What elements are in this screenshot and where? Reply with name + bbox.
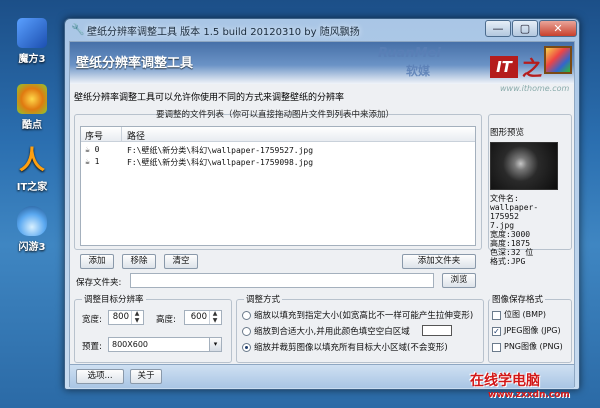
ithome-logo-char: 之 bbox=[522, 56, 542, 80]
desktop-icon-label: 魔方3 bbox=[18, 54, 46, 65]
paintbrush-icon bbox=[544, 46, 572, 74]
stepper-arrows-icon[interactable]: ▲ ▼ bbox=[209, 310, 220, 324]
about-button[interactable]: 关于 bbox=[130, 369, 162, 384]
width-stepper[interactable]: 800 ▲ ▼ bbox=[108, 310, 144, 325]
ruanmei-logo-cn: 软媒 bbox=[406, 64, 431, 78]
flame-app-icon bbox=[17, 206, 47, 236]
preview-image bbox=[490, 142, 558, 190]
column-header-path[interactable]: 路径 bbox=[127, 129, 145, 142]
clear-button[interactable]: 清空 bbox=[164, 254, 198, 269]
checkbox-png-label[interactable]: PNG图像 (PNG) bbox=[504, 341, 563, 352]
radio-stretch[interactable] bbox=[242, 311, 251, 320]
option-crop-label[interactable]: 缩放并裁剪图像以填充所有目标大小区域(不会变形) bbox=[254, 341, 448, 353]
list-item[interactable]: ☕ 0 F:\壁纸\新分类\科幻\wallpaper-1759527.jpg bbox=[81, 144, 475, 156]
desktop-icon-ithome[interactable]: 人 IT之家 bbox=[10, 146, 54, 193]
file-list-caption: 要调整的文件列表（你可以直接拖动图片文件到列表中来添加） bbox=[155, 110, 394, 120]
minimize-button[interactable]: — bbox=[485, 20, 511, 37]
preset-select[interactable]: 800X600 ▾ bbox=[108, 337, 222, 352]
app-title: 壁纸分辨率调整工具 bbox=[76, 56, 194, 71]
desktop-icon-mofang[interactable]: 魔方3 bbox=[10, 18, 54, 65]
list-item-seq: ☕ 0 bbox=[85, 145, 100, 154]
main-window: 🔧 壁纸分辨率调整工具 版本 1.5 build 20120310 by 随风飘… bbox=[64, 18, 580, 390]
close-button[interactable]: ✕ bbox=[539, 20, 577, 37]
options-button[interactable]: 选项... bbox=[76, 369, 124, 384]
ithome-logo: IT bbox=[490, 56, 518, 78]
desktop-icon-shanyou[interactable]: 闪游3 bbox=[10, 206, 54, 253]
checkbox-png[interactable] bbox=[492, 343, 501, 352]
hexagon-app-icon bbox=[17, 84, 47, 114]
column-header-seq[interactable]: 序号 bbox=[85, 129, 103, 142]
stepper-arrows-icon[interactable]: ▲ ▼ bbox=[131, 310, 142, 324]
site-watermark-url: www.zxxdn.com bbox=[488, 390, 570, 400]
list-item[interactable]: ☕ 1 F:\壁纸\新分类\科幻\wallpaper-1759098.jpg bbox=[81, 156, 475, 168]
preview-info: 文件名: wallpaper-175952 7.jpg 宽度:3000 高度:1… bbox=[490, 194, 539, 266]
desktop-icon-kudian[interactable]: 酷点 bbox=[10, 84, 54, 131]
preview-caption: 图形预览 bbox=[490, 128, 525, 138]
add-button[interactable]: 添加 bbox=[80, 254, 114, 269]
window-title: 壁纸分辨率调整工具 版本 1.5 build 20120310 by 随风飘扬 bbox=[87, 27, 360, 38]
height-label: 高度: bbox=[156, 315, 176, 325]
ruanmei-logo: RuanMei bbox=[378, 46, 441, 61]
width-label: 宽度: bbox=[82, 315, 102, 325]
description-text: 壁纸分辨率调整工具可以允许你使用不同的方式来调整壁纸的分辨率 bbox=[74, 93, 345, 103]
list-item-path: F:\壁纸\新分类\科幻\wallpaper-1759527.jpg bbox=[127, 146, 314, 155]
save-folder-input[interactable] bbox=[130, 273, 434, 288]
fill-color-swatch[interactable] bbox=[422, 325, 452, 336]
checkbox-jpg[interactable]: ✓ bbox=[492, 327, 501, 336]
checkbox-bmp[interactable] bbox=[492, 311, 501, 320]
list-item-path: F:\壁纸\新分类\科幻\wallpaper-1759098.jpg bbox=[127, 158, 314, 167]
chevron-down-icon[interactable]: ▾ bbox=[209, 338, 221, 351]
save-format-caption: 图像保存格式 bbox=[490, 293, 546, 305]
desktop-icon-label: 酷点 bbox=[22, 120, 42, 131]
target-resolution-group bbox=[74, 299, 232, 363]
site-watermark: 在线学电脑 bbox=[470, 373, 540, 389]
client-area: 壁纸分辨率调整工具 RuanMei 软媒 IT 之 www.ithome.com… bbox=[69, 41, 575, 388]
list-item-seq: ☕ 1 bbox=[85, 157, 100, 166]
adjust-mode-caption: 调整方式 bbox=[244, 293, 283, 305]
height-stepper[interactable]: 600 ▲ ▼ bbox=[184, 310, 222, 325]
title-bar[interactable]: 🔧 壁纸分辨率调整工具 版本 1.5 build 20120310 by 随风飘… bbox=[65, 19, 579, 41]
file-list[interactable]: 序号 路径 ☕ 0 F:\壁纸\新分类\科幻\wallpaper-1759527… bbox=[80, 126, 476, 246]
browse-button[interactable]: 浏览 bbox=[442, 273, 476, 288]
option-fit-fill-label[interactable]: 缩放到合适大小,并用此颜色填空空白区域 bbox=[254, 325, 410, 337]
cube-app-icon bbox=[17, 18, 47, 48]
option-stretch-label[interactable]: 缩放以填充到指定大小(如宽高比不一样可能产生拉伸变形) bbox=[254, 309, 473, 321]
ithome-url: www.ithome.com bbox=[500, 84, 570, 93]
file-list-header: 序号 路径 bbox=[81, 127, 475, 142]
radio-crop[interactable] bbox=[242, 343, 251, 352]
maximize-button[interactable]: ▢ bbox=[512, 20, 538, 37]
person-app-icon: 人 bbox=[18, 146, 45, 176]
add-folder-button[interactable]: 添加文件夹 bbox=[402, 254, 476, 269]
remove-button[interactable]: 移除 bbox=[122, 254, 156, 269]
save-folder-label: 保存文件夹: bbox=[76, 278, 122, 288]
preset-label: 预置: bbox=[82, 342, 102, 352]
wrench-icon: 🔧 bbox=[71, 23, 85, 36]
desktop-icon-label: 闪游3 bbox=[18, 242, 46, 253]
checkbox-bmp-label[interactable]: 位图 (BMP) bbox=[504, 309, 546, 320]
desktop-icon-label: IT之家 bbox=[16, 182, 48, 193]
app-header: 壁纸分辨率调整工具 RuanMei 软媒 IT 之 www.ithome.com bbox=[70, 42, 574, 93]
target-resolution-caption: 调整目标分辨率 bbox=[82, 293, 146, 305]
radio-fit-fill[interactable] bbox=[242, 327, 251, 336]
checkbox-jpg-label[interactable]: JPEG图像 (JPG) bbox=[504, 325, 561, 336]
